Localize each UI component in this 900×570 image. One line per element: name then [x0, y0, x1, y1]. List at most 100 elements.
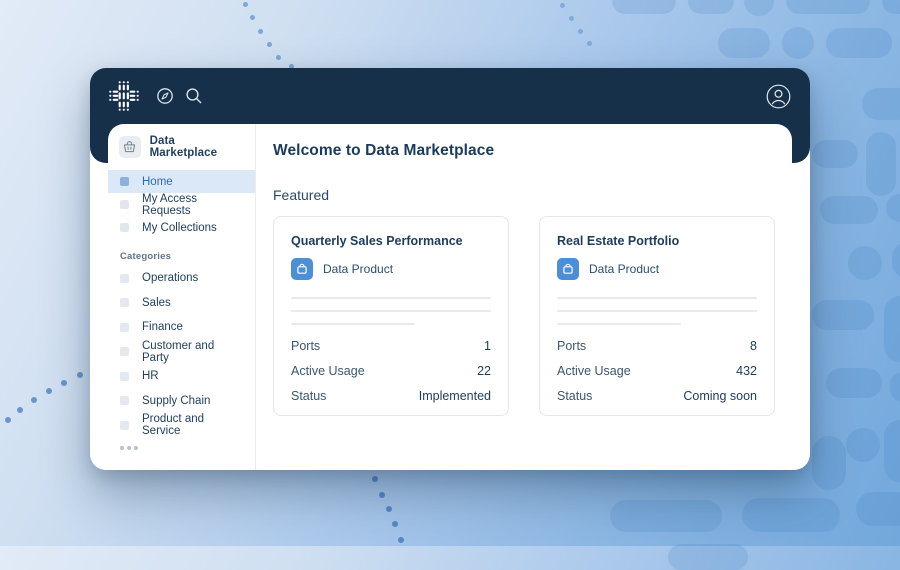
stat-row-active-usage: Active Usage 432 — [557, 364, 757, 377]
square-bullet-icon — [120, 323, 129, 332]
background-pattern-pill — [744, 0, 774, 16]
data-product-bag-icon — [291, 258, 313, 280]
square-bullet-icon — [120, 200, 129, 209]
sidebar-item-finance[interactable]: Finance — [108, 315, 255, 340]
background-pattern-pill — [612, 0, 676, 14]
featured-cards: Quarterly Sales Performance Data Product — [273, 216, 775, 416]
sidebar-item-home[interactable]: Home — [108, 170, 255, 193]
content-panel: Data Marketplace Home My Access Requests… — [108, 124, 792, 470]
featured-card-quarterly-sales[interactable]: Quarterly Sales Performance Data Product — [273, 216, 509, 416]
background-dot — [587, 41, 592, 46]
background-pattern-pill — [820, 196, 878, 224]
category-label: Customer and Party — [142, 340, 243, 364]
more-categories-button[interactable] — [108, 438, 255, 458]
square-bullet-icon — [120, 421, 129, 430]
square-bullet-icon — [120, 396, 129, 405]
sidebar-item-label: My Collections — [142, 222, 217, 234]
category-label: Supply Chain — [142, 395, 210, 407]
square-bullet-icon — [120, 177, 129, 186]
background-pattern-pill — [668, 544, 748, 570]
card-title: Quarterly Sales Performance — [291, 234, 491, 248]
sidebar-item-supply-chain[interactable]: Supply Chain — [108, 389, 255, 414]
sidebar-item-customer-and-party[interactable]: Customer and Party — [108, 340, 255, 365]
featured-heading: Featured — [273, 187, 775, 203]
desktop: { "app": { "window_title": "Data Marketp… — [0, 0, 900, 546]
background-dot — [578, 29, 583, 34]
user-avatar-icon[interactable] — [766, 84, 791, 109]
background-dot — [560, 3, 565, 8]
category-label: Product and Service — [142, 413, 243, 437]
featured-card-real-estate[interactable]: Real Estate Portfolio Data Product — [539, 216, 775, 416]
background-pattern-pill — [848, 246, 882, 280]
background-pattern-pill — [890, 372, 900, 402]
stat-row-status: Status Implemented — [291, 389, 491, 402]
data-product-bag-icon — [557, 258, 579, 280]
sidebar-item-sales[interactable]: Sales — [108, 291, 255, 316]
sidebar-nav: Home My Access Requests My Collections — [108, 170, 255, 239]
background-dot — [569, 16, 574, 21]
background-pattern-pill — [786, 0, 870, 14]
background-dot — [17, 407, 23, 413]
background-dot — [31, 397, 37, 403]
background-dot — [379, 492, 385, 498]
card-stats: Ports 8 Active Usage 432 Status Coming s… — [557, 339, 757, 402]
background-pattern-pill — [892, 242, 900, 278]
sidebar-item-label: Home — [142, 176, 173, 188]
background-pattern-pill — [812, 300, 874, 330]
stat-row-active-usage: Active Usage 22 — [291, 364, 491, 377]
stat-row-ports: Ports 8 — [557, 339, 757, 352]
main-content: Welcome to Data Marketplace Featured Qua… — [256, 124, 792, 470]
square-bullet-icon — [120, 372, 129, 381]
background-pattern-pill — [826, 368, 882, 398]
stat-row-status: Status Coming soon — [557, 389, 757, 402]
card-type-badge: Data Product — [291, 258, 491, 280]
background-pattern-pill — [718, 28, 770, 58]
categories-heading: Categories — [120, 251, 243, 262]
background-pattern-pill — [866, 132, 896, 196]
background-dot — [5, 417, 11, 423]
background-dot — [398, 537, 404, 543]
sidebar-item-product-and-service[interactable]: Product and Service — [108, 413, 255, 438]
background-pattern-pill — [884, 296, 900, 362]
sidebar-item-my-collections[interactable]: My Collections — [108, 216, 255, 239]
category-label: Sales — [142, 297, 171, 309]
sidebar-item-hr[interactable]: HR — [108, 364, 255, 389]
card-stats: Ports 1 Active Usage 22 Status Implement… — [291, 339, 491, 402]
background-dot — [276, 55, 281, 60]
background-dot — [46, 388, 52, 394]
app-logo-icon[interactable] — [109, 81, 139, 111]
background-dot — [243, 2, 248, 7]
card-title: Real Estate Portfolio — [557, 234, 757, 248]
sidebar: Data Marketplace Home My Access Requests… — [108, 124, 256, 470]
square-bullet-icon — [120, 274, 129, 283]
sidebar-item-my-access-requests[interactable]: My Access Requests — [108, 193, 255, 216]
background-dot — [267, 42, 272, 47]
category-label: Finance — [142, 321, 183, 333]
sidebar-title: Data Marketplace — [150, 135, 244, 159]
app-window: Data Marketplace Home My Access Requests… — [90, 68, 810, 470]
square-bullet-icon — [120, 298, 129, 307]
background-pattern-pill — [782, 27, 814, 59]
background-dot — [77, 372, 83, 378]
compass-icon[interactable] — [156, 87, 174, 105]
card-type-label: Data Product — [589, 262, 659, 276]
search-icon[interactable] — [185, 87, 203, 105]
sidebar-item-operations[interactable]: Operations — [108, 266, 255, 291]
background-pattern-pill — [884, 420, 900, 482]
page-title: Welcome to Data Marketplace — [273, 142, 775, 160]
background-dot — [372, 476, 378, 482]
background-pattern-pill — [826, 28, 892, 58]
ellipsis-icon — [120, 446, 124, 450]
marketplace-basket-icon — [119, 136, 141, 158]
background-dot — [392, 521, 398, 527]
square-bullet-icon — [120, 347, 129, 356]
background-dot — [61, 380, 67, 386]
background-dot — [258, 29, 263, 34]
description-placeholder-lines — [291, 297, 491, 325]
description-placeholder-lines — [557, 297, 757, 325]
card-type-badge: Data Product — [557, 258, 757, 280]
square-bullet-icon — [120, 223, 129, 232]
background-pattern-pill — [812, 436, 846, 490]
background-dot — [386, 506, 392, 512]
background-pattern-pill — [688, 0, 734, 14]
